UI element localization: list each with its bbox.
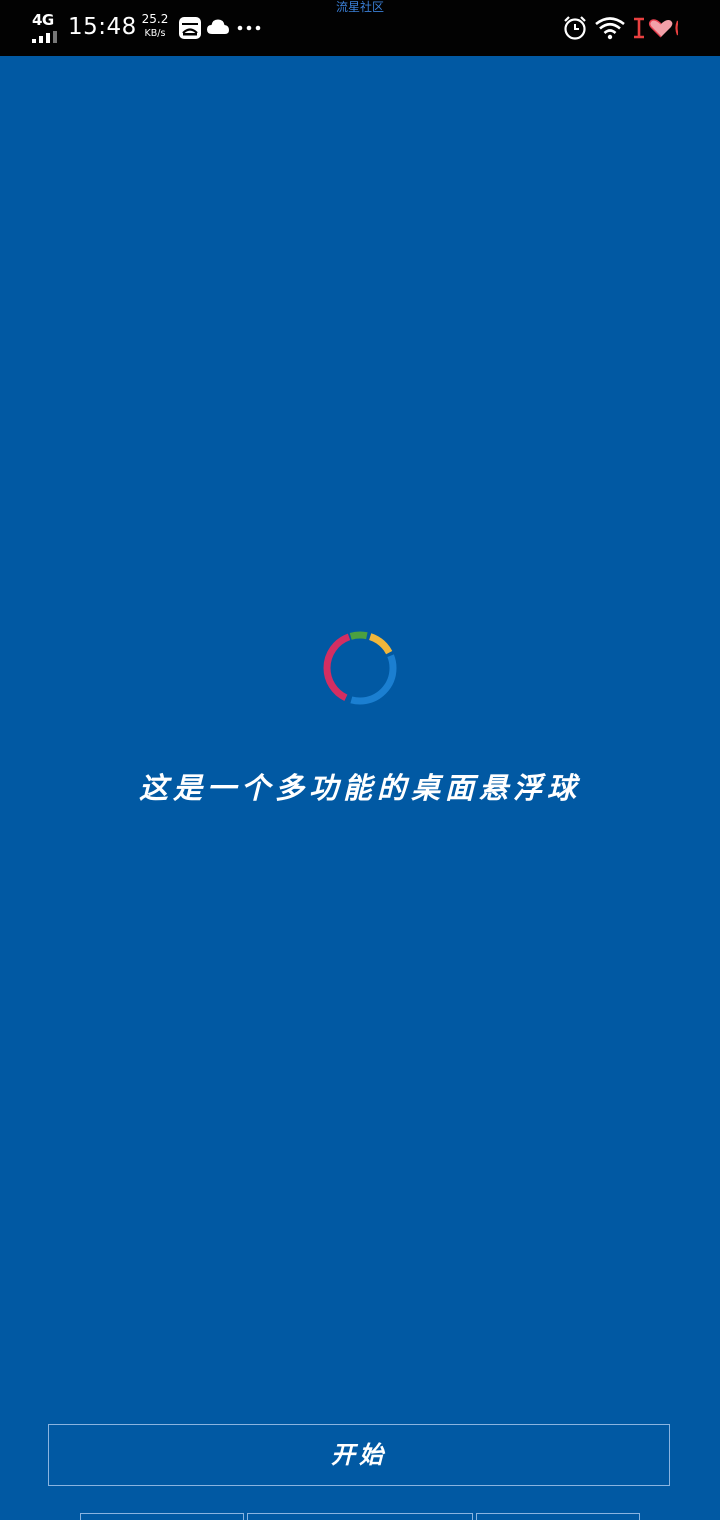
bottom-tab-left[interactable] <box>80 1513 244 1520</box>
network-indicator: 4G <box>30 11 62 43</box>
net-speed-value: 25.2 <box>141 12 169 26</box>
wifi-icon <box>595 17 625 40</box>
bottom-tab-middle[interactable] <box>247 1513 473 1520</box>
status-time: 15:48 <box>68 14 137 40</box>
bottom-tab-right[interactable] <box>476 1513 640 1520</box>
net-speed: 25.2 KB/s <box>138 12 172 39</box>
cloud-icon <box>207 19 229 34</box>
start-button[interactable]: 开始 <box>48 1424 670 1486</box>
watermark-text: 流星社区 <box>335 0 384 14</box>
loading-spinner-icon <box>323 631 397 705</box>
network-type-label: 4G <box>32 11 54 29</box>
tagline: 这是一个多功能的桌面悬浮球 <box>138 771 581 805</box>
alarm-icon <box>564 16 586 40</box>
signal-icon <box>32 31 57 43</box>
net-speed-unit: KB/s <box>144 28 166 39</box>
notification-love-icon <box>634 17 678 39</box>
vivo-app-icon <box>179 17 201 39</box>
more-dots-icon <box>237 25 261 31</box>
